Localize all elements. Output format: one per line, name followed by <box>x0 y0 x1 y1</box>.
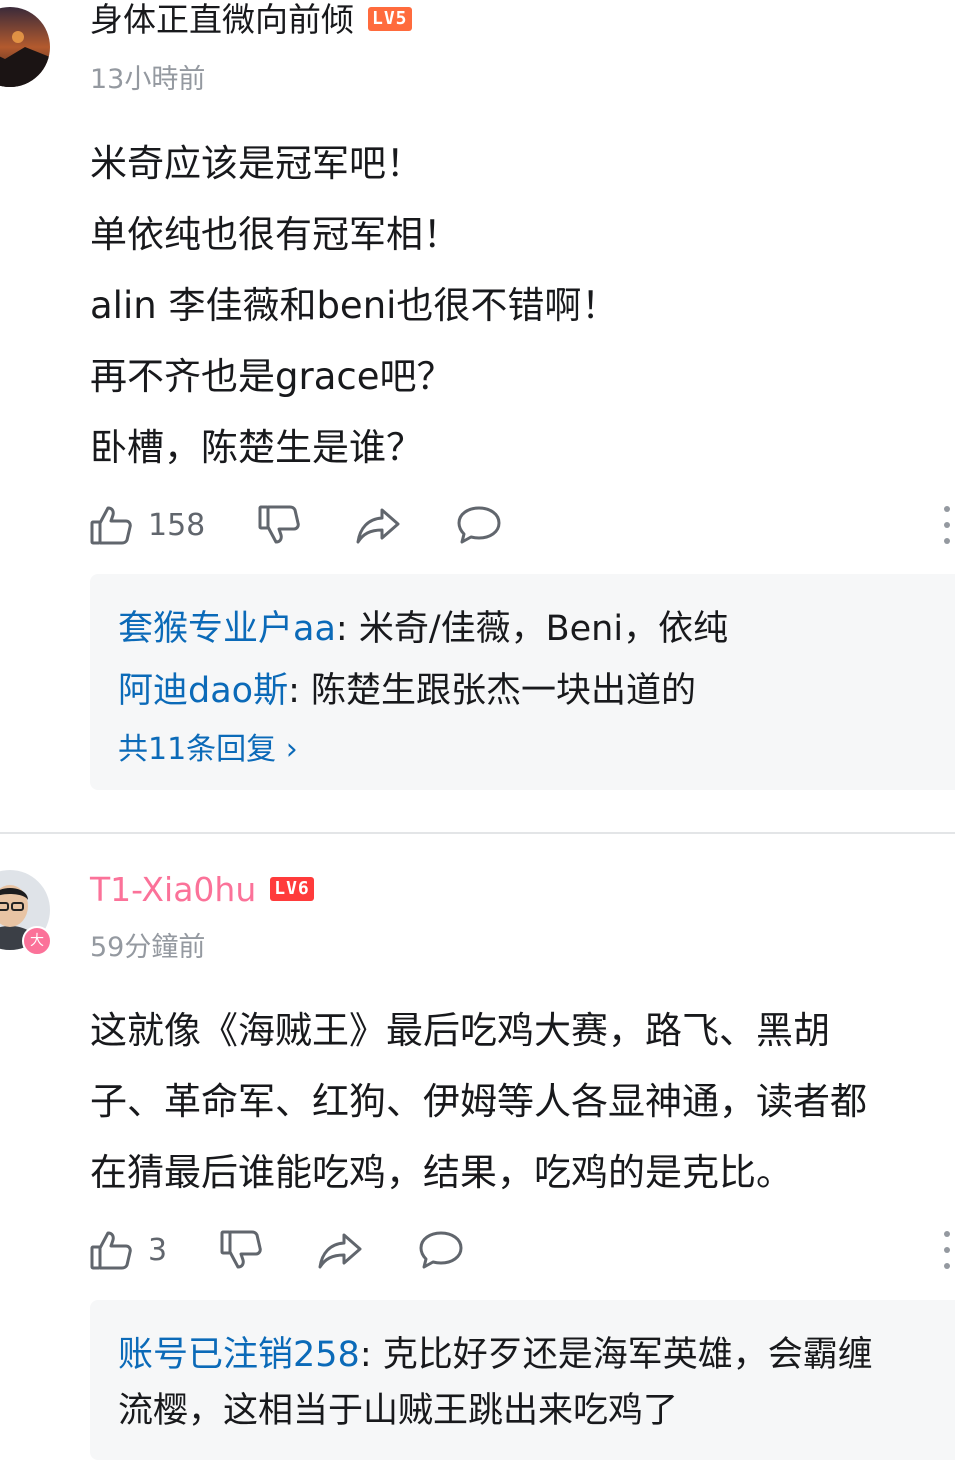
comment-2: 大 T1-Xia0hu LV6 59分鐘前 这就像《海贼王》最后吃鸡大赛，路飞、黑… <box>0 860 955 1460</box>
like-count: 3 <box>148 1232 168 1268</box>
vip-badge-icon: 大 <box>22 926 52 956</box>
reply-text: 克比好歹还是海军英雄，会霸缠 <box>382 1335 873 1375</box>
content-line: 米奇应该是冠军吧！ <box>90 142 423 185</box>
comment-divider <box>0 832 955 834</box>
comment-content: 这就像《海贼王》最后吃鸡大赛，路飞、黑胡 子、革命军、红狗、伊姆等人各显神通，读… <box>90 1000 867 1213</box>
share-button[interactable] <box>356 502 400 548</box>
reply-preview-box[interactable]: 账号已注销258: 克比好歹还是海军英雄，会霸缠 流樱，这相当于山贼王跳出来吃鸡… <box>90 1300 955 1460</box>
reply-bubble-icon <box>419 1231 463 1269</box>
reply-username[interactable]: 套猴专业户aa <box>118 609 336 649</box>
level-badge: LV6 <box>270 876 314 901</box>
comment-actions: 158 <box>90 502 950 548</box>
thumb-down-icon <box>220 1230 262 1269</box>
reply-text-continued: 流樱，这相当于山贼王跳出来吃鸡了 <box>118 1391 679 1431</box>
reply-button[interactable] <box>456 502 502 548</box>
share-icon <box>318 1233 362 1269</box>
comment-actions: 3 <box>90 1227 950 1273</box>
reply-preview-box[interactable]: 套猴专业户aa: 米奇/佳薇，Beni，依纯 阿迪dao斯: 陈楚生跟张杰一块出… <box>90 574 955 790</box>
reply-username[interactable]: 账号已注销258 <box>118 1335 360 1375</box>
view-all-replies-link[interactable]: 共11条回复 › <box>118 724 298 768</box>
reply-item[interactable]: 套猴专业户aa: 米奇/佳薇，Beni，依纯 <box>118 600 728 651</box>
comment-time: 13小時前 <box>90 64 206 95</box>
dislike-button[interactable] <box>258 502 300 548</box>
reply-button[interactable] <box>418 1227 464 1273</box>
thumb-up-icon <box>90 1231 132 1270</box>
content-line: 卧槽，陈楚生是谁？ <box>90 426 423 469</box>
reply-bubble-icon <box>457 506 501 544</box>
share-icon <box>356 508 400 544</box>
level-badge: LV5 <box>368 6 412 31</box>
thumb-down-icon <box>258 505 300 544</box>
username[interactable]: T1-Xia0hu LV6 <box>90 870 314 910</box>
content-line: alin 李佳薇和beni也很不错啊！ <box>90 284 619 327</box>
more-dots-icon[interactable] <box>942 1227 952 1273</box>
like-count: 158 <box>148 507 206 543</box>
username[interactable]: 身体正直微向前倾 LV5 <box>90 0 412 40</box>
reply-text: 陈楚生跟张杰一块出道的 <box>311 671 697 711</box>
dislike-button[interactable] <box>220 1227 262 1273</box>
share-button[interactable] <box>318 1227 362 1273</box>
thumb-up-icon <box>90 506 132 545</box>
content-line: 这就像《海贼王》最后吃鸡大赛，路飞、黑胡 <box>90 1009 830 1052</box>
like-button[interactable]: 158 <box>90 502 205 548</box>
comment-1: 身体正直微向前倾 LV5 13小時前 米奇应该是冠军吧！ 单依纯也很有冠军相！ a… <box>0 0 955 830</box>
content-line: 单依纯也很有冠军相！ <box>90 213 460 256</box>
reply-item[interactable]: 账号已注销258: 克比好歹还是海军英雄，会霸缠 <box>118 1326 873 1377</box>
content-line: 在猜最后谁能吃鸡，结果，吃鸡的是克比。 <box>90 1151 793 1194</box>
content-line: 子、革命军、红狗、伊姆等人各显神通，读者都 <box>90 1080 867 1123</box>
more-dots-icon[interactable] <box>942 502 952 548</box>
reply-text: 米奇/佳薇，Beni，依纯 <box>358 609 729 649</box>
reply-username[interactable]: 阿迪dao斯 <box>118 671 288 711</box>
user-avatar[interactable] <box>0 7 50 87</box>
content-line: 再不齐也是grace吧？ <box>90 355 454 398</box>
comment-time: 59分鐘前 <box>90 932 206 963</box>
comment-content: 米奇应该是冠军吧！ 单依纯也很有冠军相！ alin 李佳薇和beni也很不错啊！… <box>90 133 618 488</box>
like-button[interactable]: 3 <box>90 1227 167 1273</box>
reply-item[interactable]: 阿迪dao斯: 陈楚生跟张杰一块出道的 <box>118 662 696 713</box>
